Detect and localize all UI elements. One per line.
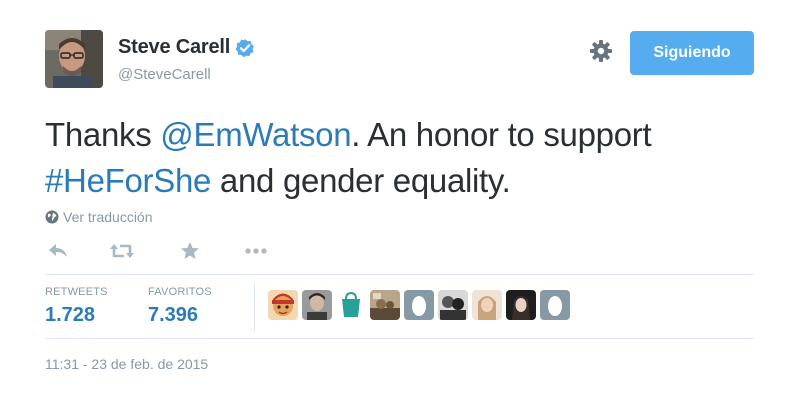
following-button[interactable]: Siguiendo <box>630 31 754 75</box>
tweet-text-segment: . An honor to support <box>351 116 652 153</box>
favoriter-avatar[interactable] <box>302 290 332 320</box>
favoriter-avatar[interactable] <box>370 290 400 320</box>
tweet-card: Steve Carell @SteveCarell Siguiendo Than… <box>0 0 800 409</box>
favoriter-avatar[interactable] <box>336 290 366 320</box>
gear-icon[interactable] <box>588 38 614 64</box>
verified-badge-icon <box>235 38 255 58</box>
avatar[interactable] <box>45 30 103 88</box>
user-name-row: Steve Carell <box>118 36 255 59</box>
favorites-count: 7.396 <box>148 304 199 326</box>
retweets-count: 1.728 <box>45 304 96 326</box>
reply-icon[interactable] <box>45 238 71 264</box>
translate-label: Ver traducción <box>63 209 153 225</box>
divider <box>45 274 754 275</box>
retweet-icon[interactable] <box>109 238 135 264</box>
divider <box>45 338 754 339</box>
star-icon[interactable] <box>177 238 203 264</box>
display-name[interactable]: Steve Carell <box>118 36 230 59</box>
favoriter-avatar[interactable] <box>472 290 502 320</box>
tweet-timestamp[interactable]: 11:31 - 23 de feb. de 2015 <box>45 356 208 372</box>
tweet-text-segment: Thanks <box>45 116 161 153</box>
globe-icon <box>45 210 59 224</box>
favoriters-list <box>268 290 574 320</box>
retweets-stat[interactable]: RETWEETS 1.728 <box>45 286 108 327</box>
more-icon[interactable] <box>243 238 269 264</box>
favorites-label: FAVORITOS <box>148 286 212 298</box>
stats-separator <box>254 282 255 332</box>
favorites-stat[interactable]: FAVORITOS 7.396 <box>148 286 212 327</box>
user-handle[interactable]: @SteveCarell <box>118 66 211 83</box>
favoriter-avatar[interactable] <box>268 290 298 320</box>
favoriter-avatar[interactable] <box>438 290 468 320</box>
retweets-label: RETWEETS <box>45 286 108 298</box>
favoriter-avatar[interactable] <box>540 290 570 320</box>
translate-link[interactable]: Ver traducción <box>45 209 153 225</box>
favoriter-avatar[interactable] <box>506 290 536 320</box>
tweet-text: Thanks @EmWatson. An honor to support #H… <box>45 112 765 204</box>
hashtag-link[interactable]: #HeForShe <box>45 162 211 199</box>
tweet-text-segment: and gender equality. <box>211 162 511 199</box>
favoriter-avatar[interactable] <box>404 290 434 320</box>
mention-link[interactable]: @EmWatson <box>160 116 351 153</box>
